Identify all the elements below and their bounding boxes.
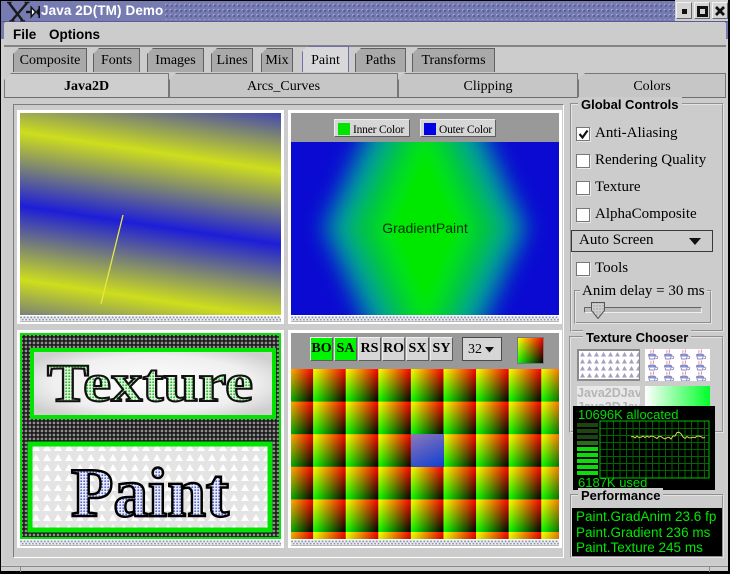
svg-text:Paint: Paint (71, 455, 229, 532)
svg-text:GradientPaint: GradientPaint (382, 220, 468, 236)
svg-text:Texture: Texture (47, 353, 253, 413)
